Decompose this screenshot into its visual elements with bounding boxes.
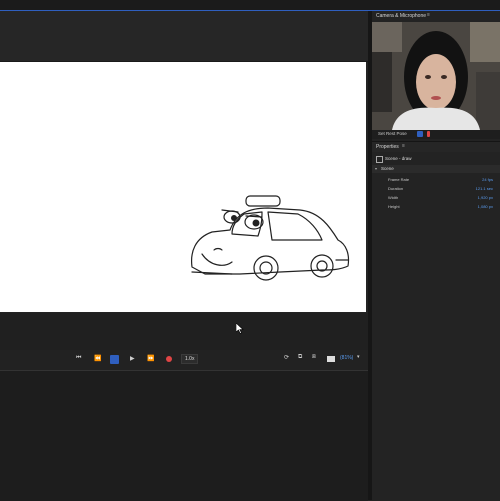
property-value[interactable]: 1,920 px (478, 195, 493, 200)
layer-icon[interactable]: ⧈ (312, 354, 316, 361)
refresh-icon[interactable]: ⟳ (284, 354, 289, 361)
playback-speed[interactable]: 1.0x (181, 354, 199, 364)
zoom-level[interactable]: (81%) (340, 355, 353, 361)
loop-button[interactable] (110, 355, 119, 364)
property-label: Width (388, 195, 399, 200)
scene-title-row: Scene - draw (374, 155, 498, 163)
scene-icon (376, 156, 383, 163)
property-row: Frame Rate 24 fps (372, 176, 500, 185)
camera-feed (372, 22, 500, 130)
properties-header: Properties ≡ (372, 141, 500, 152)
chevron-down-icon[interactable]: ▾ (375, 166, 377, 171)
webcam-image (372, 22, 500, 130)
go-to-start-icon[interactable]: ⏮ (76, 355, 81, 362)
step-forward-icon[interactable]: ⏩ (147, 355, 154, 362)
title-bar (0, 0, 500, 11)
record-icon[interactable] (166, 356, 172, 362)
property-value[interactable]: 24 fps (482, 177, 493, 182)
property-label: Duration (388, 186, 404, 191)
property-label: Frame Rate (388, 177, 410, 182)
mouse-cursor-icon (236, 323, 244, 334)
panel-menu-icon[interactable]: ≡ (427, 12, 430, 18)
camera-footer: Set Rest Pose (372, 130, 500, 139)
timeline-panel[interactable] (0, 370, 368, 501)
property-label: Height (388, 204, 400, 209)
camera-panel-title: Camera & Microphone (376, 13, 427, 19)
panel-menu-icon[interactable]: ≡ (402, 143, 405, 149)
onion-skin-icon[interactable]: ⧉ (298, 354, 302, 361)
set-rest-pose-button[interactable]: Set Rest Pose (378, 131, 407, 136)
property-value[interactable]: 1,080 px (478, 204, 493, 209)
scene-section-label: Scene (381, 166, 394, 171)
property-row: Height 1,080 px (372, 203, 500, 212)
car-drawing (190, 195, 350, 281)
scene-canvas[interactable] (0, 62, 366, 312)
properties-title: Properties (376, 144, 399, 150)
camera-toggle-icon[interactable] (417, 131, 423, 137)
chevron-down-icon[interactable]: ▾ (357, 354, 360, 360)
step-back-icon[interactable]: ⏪ (94, 355, 101, 362)
scene-title: Scene - draw (385, 156, 412, 161)
microphone-icon[interactable] (427, 131, 430, 137)
property-list: Frame Rate 24 fps Duration 121.1 sec Wid… (372, 176, 500, 212)
scene-toolbar (0, 11, 368, 62)
property-row: Duration 121.1 sec (372, 185, 500, 194)
transport-bar: ⏮ ⏪ ▶ ⏩ 1.0x ⟳ ⧉ ⧈ (81%) ▾ (0, 350, 368, 370)
background-toggle-icon[interactable] (327, 356, 335, 362)
scene-section-header[interactable]: ▾ Scene (372, 165, 500, 173)
play-icon[interactable]: ▶ (130, 355, 135, 362)
property-row: Width 1,920 px (372, 194, 500, 203)
property-value[interactable]: 121.1 sec (476, 186, 493, 191)
